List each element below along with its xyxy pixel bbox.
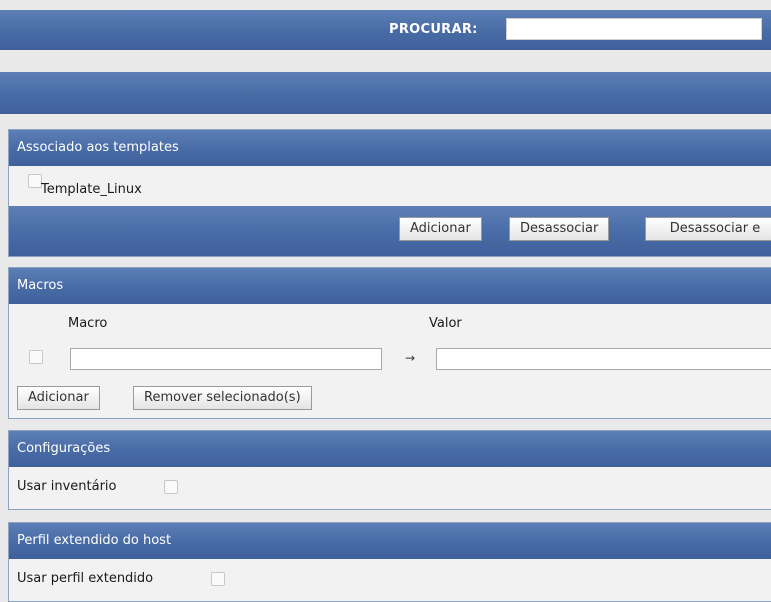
top-header-bar: PROCURAR: (0, 10, 771, 50)
remove-selected-macros-button[interactable]: Remover selecionado(s) (133, 386, 312, 410)
unlink-and-clear-button[interactable]: Desassociar e (645, 217, 771, 241)
macro-row-checkbox[interactable] (29, 350, 43, 364)
search-input[interactable] (506, 18, 762, 40)
templates-footer-bar: Adicionar Desassociar Desassociar e (9, 206, 771, 256)
search-label: PROCURAR: (389, 22, 478, 37)
template-name: Template_Linux (41, 182, 142, 197)
templates-panel: Associado aos templates Template_Linux A… (8, 129, 771, 257)
settings-panel-title: Configurações (9, 431, 771, 467)
use-extended-profile-label: Usar perfil extendido (17, 571, 154, 586)
macro-column-header: Macro (68, 316, 108, 331)
sub-header-bar (0, 72, 771, 114)
macros-panel: Macros Macro Valor → Adicionar Remover s… (8, 267, 771, 419)
use-inventory-checkbox[interactable] (164, 480, 178, 494)
macro-name-input[interactable] (70, 348, 382, 370)
macro-value-input[interactable] (436, 348, 771, 370)
templates-panel-title: Associado aos templates (9, 130, 771, 166)
settings-panel: Configurações Usar inventário (8, 430, 771, 510)
arrow-right-icon: → (405, 351, 416, 365)
unlink-template-button[interactable]: Desassociar (509, 217, 610, 241)
macros-panel-title: Macros (9, 268, 771, 304)
value-column-header: Valor (429, 316, 462, 331)
add-template-button[interactable]: Adicionar (399, 217, 482, 241)
template-checkbox[interactable] (28, 174, 42, 188)
use-extended-profile-checkbox[interactable] (211, 572, 225, 586)
add-macro-button[interactable]: Adicionar (17, 386, 100, 410)
extended-profile-panel-title: Perfil extendido do host (9, 523, 771, 559)
use-inventory-label: Usar inventário (17, 479, 117, 494)
extended-profile-panel: Perfil extendido do host Usar perfil ext… (8, 522, 771, 602)
template-row: Template_Linux (9, 166, 771, 206)
